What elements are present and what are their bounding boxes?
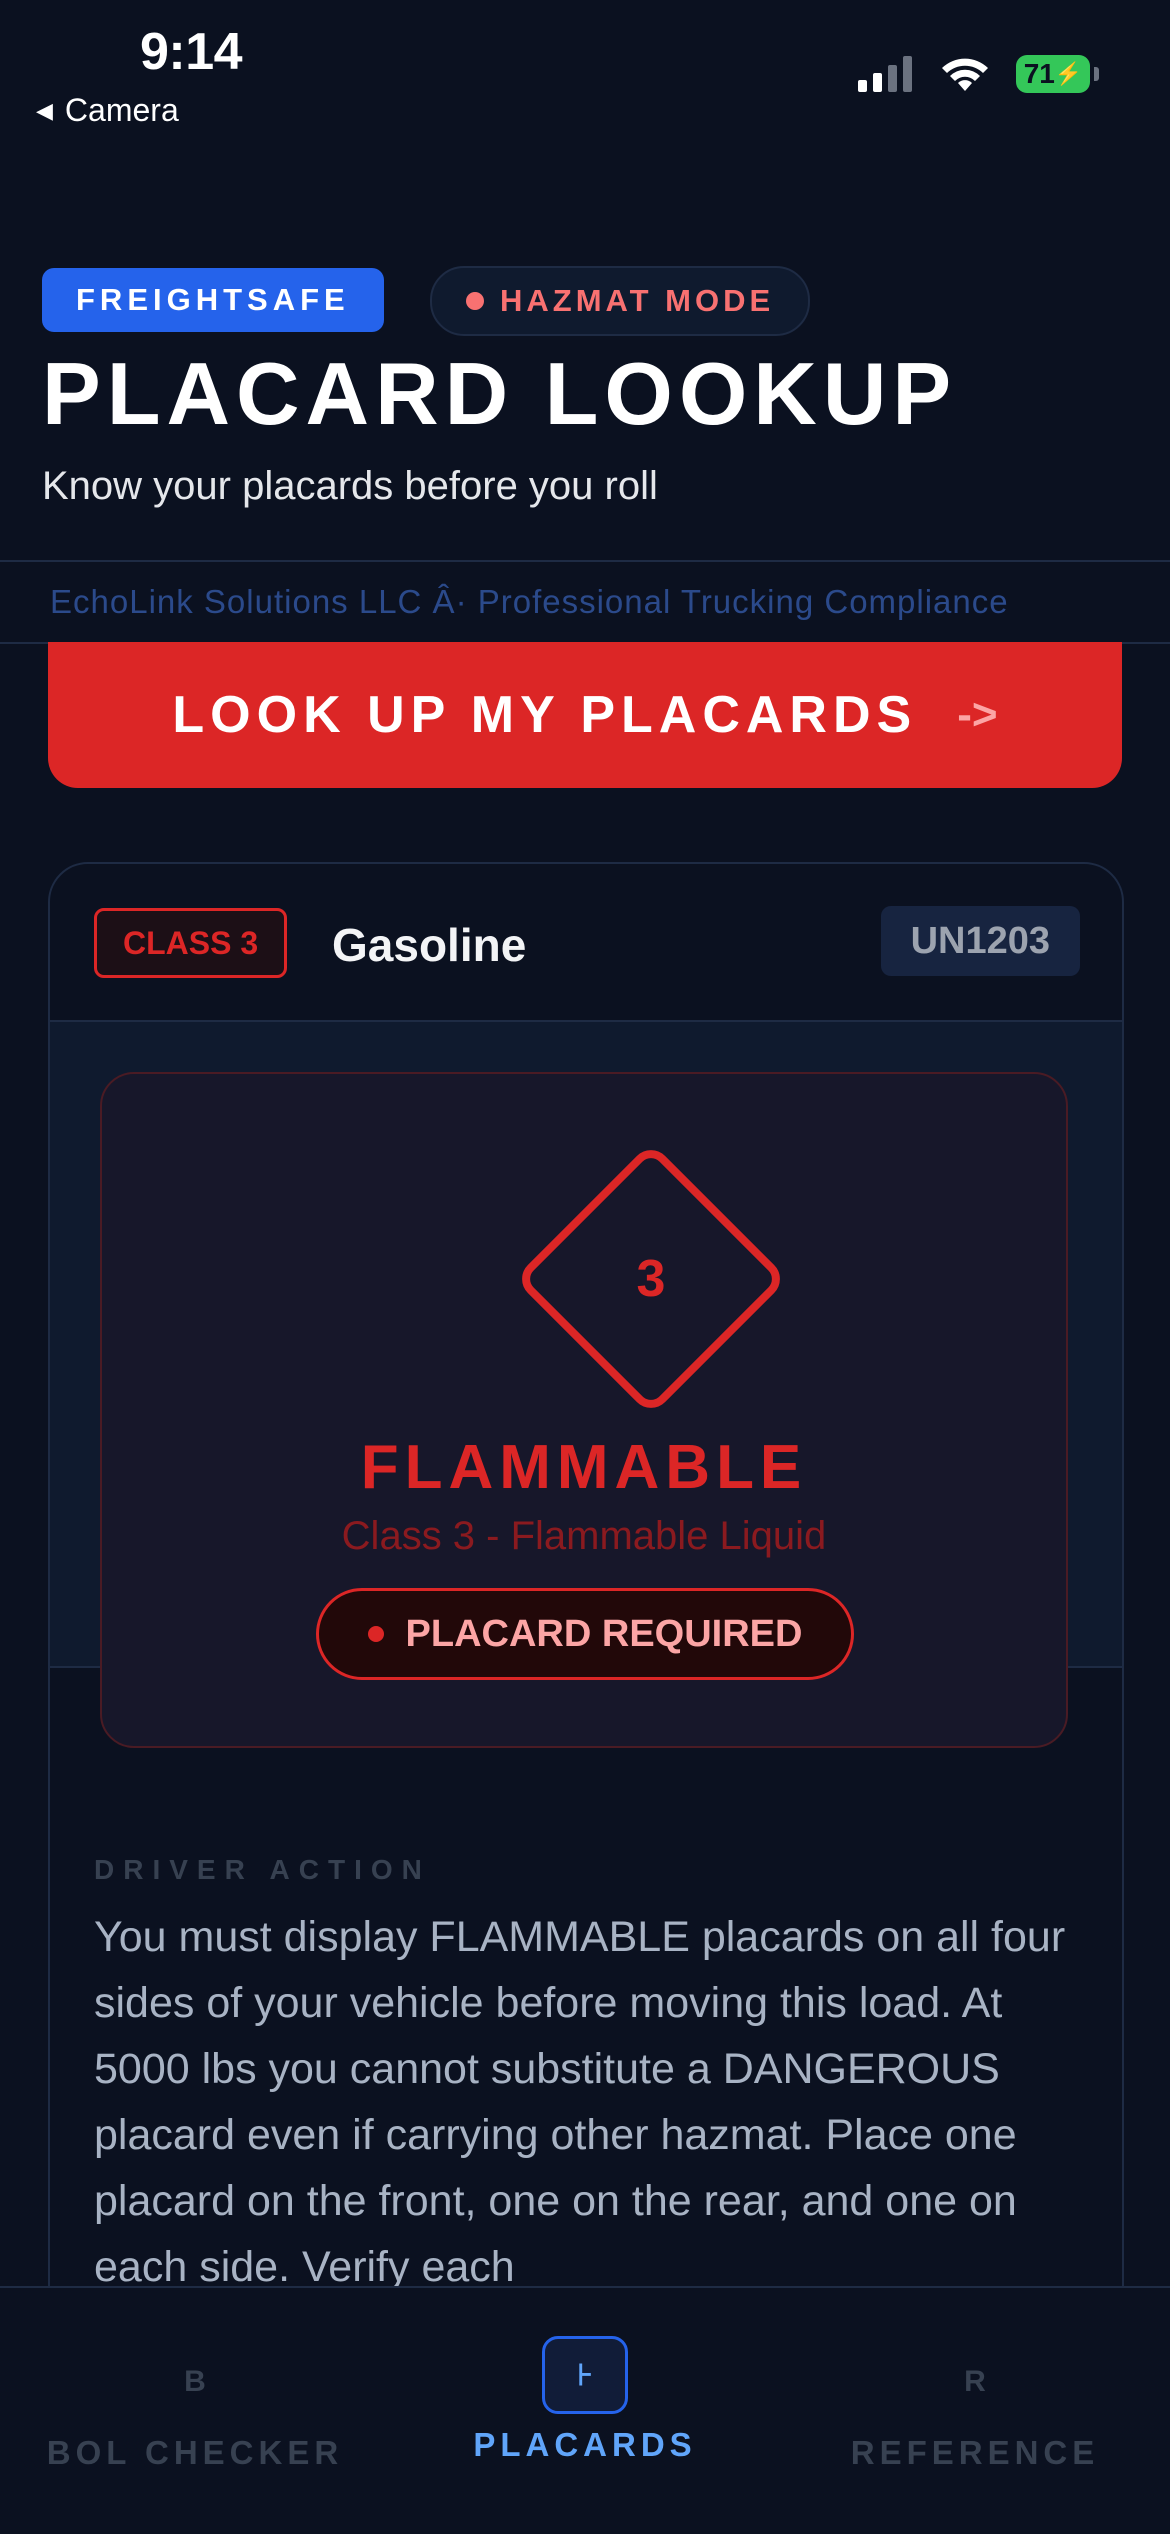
hazard-name: FLAMMABLE — [360, 1433, 808, 1502]
placard-result-card: CLASS 3 Gasoline UN1203 3 FLAMMABLE Clas… — [48, 862, 1124, 2346]
app-header: FREIGHTSAFE HAZMAT MODE PLACARD LOOKUP K… — [0, 150, 1170, 560]
tab-label: PLACARDS — [473, 2426, 697, 2463]
tab-label: REFERENCE — [850, 2434, 1100, 2471]
company-line: EchoLink Solutions LLC Â· Professional T… — [50, 583, 1009, 620]
clock: 9:14 — [140, 23, 243, 81]
back-arrow-icon: ◀ — [36, 97, 53, 123]
status-bar: 9:14 ◀ Camera 71 ⚡ — [0, 0, 1170, 150]
arrow-right-icon: -> — [957, 690, 998, 739]
mode-label: HAZMAT MODE — [500, 283, 775, 318]
hazmat-mode-badge: HAZMAT MODE — [430, 266, 811, 336]
battery-icon: 71 ⚡ — [1016, 55, 1099, 93]
placards-icon: ⊦ — [542, 2336, 628, 2414]
un-number-badge: UN1203 — [880, 906, 1080, 976]
back-to-camera-link[interactable]: ◀ Camera — [36, 92, 179, 129]
bottom-tab-bar: B BOL CHECKER ⊦ PLACARDS R REFERENCE — [0, 2286, 1170, 2534]
reference-icon: R — [964, 2365, 986, 2398]
driver-action-text: You must display FLAMMABLE placards on a… — [94, 1913, 1066, 2291]
alert-dot-icon — [367, 1626, 384, 1642]
page-subtitle: Know your placards before you roll — [42, 464, 658, 508]
look-up-placards-button[interactable]: LOOK UP MY PLACARDS -> — [48, 642, 1122, 788]
hazard-description: Class 3 - Flammable Liquid — [341, 1514, 827, 1558]
back-label: Camera — [64, 92, 179, 128]
brand-badge: FREIGHTSAFE — [42, 268, 384, 332]
bol-checker-icon: B — [184, 2365, 206, 2398]
placard-diamond-icon: 3 — [522, 1150, 780, 1408]
wifi-icon — [942, 58, 988, 91]
battery-level: 71 — [1023, 58, 1055, 89]
card-header: CLASS 3 Gasoline UN1203 — [50, 864, 1122, 1022]
tab-placards[interactable]: ⊦ PLACARDS — [425, 2288, 745, 2488]
placard-panel: 3 FLAMMABLE Class 3 - Flammable Liquid P… — [50, 1022, 1122, 1748]
cta-label: LOOK UP MY PLACARDS — [172, 686, 918, 744]
signal-icon — [858, 56, 912, 92]
tab-reference[interactable]: R REFERENCE — [815, 2288, 1135, 2488]
placard-required-badge: PLACARD REQUIRED — [316, 1588, 854, 1680]
status-icons: 71 ⚡ — [858, 55, 1099, 93]
driver-action-label: DRIVER ACTION — [94, 1854, 431, 1885]
tab-label: BOL CHECKER — [46, 2434, 344, 2471]
tab-bol-checker[interactable]: B BOL CHECKER — [35, 2288, 355, 2488]
page-title: PLACARD LOOKUP — [42, 344, 958, 443]
placard-display: 3 FLAMMABLE Class 3 - Flammable Liquid P… — [100, 1072, 1068, 1748]
status-label: PLACARD REQUIRED — [405, 1612, 803, 1655]
placard-number: 3 — [637, 1250, 666, 1308]
status-dot-icon — [466, 292, 484, 310]
company-strip: EchoLink Solutions LLC Â· Professional T… — [0, 560, 1170, 644]
hazard-class-badge: CLASS 3 — [94, 908, 288, 978]
material-name: Gasoline — [332, 919, 527, 971]
